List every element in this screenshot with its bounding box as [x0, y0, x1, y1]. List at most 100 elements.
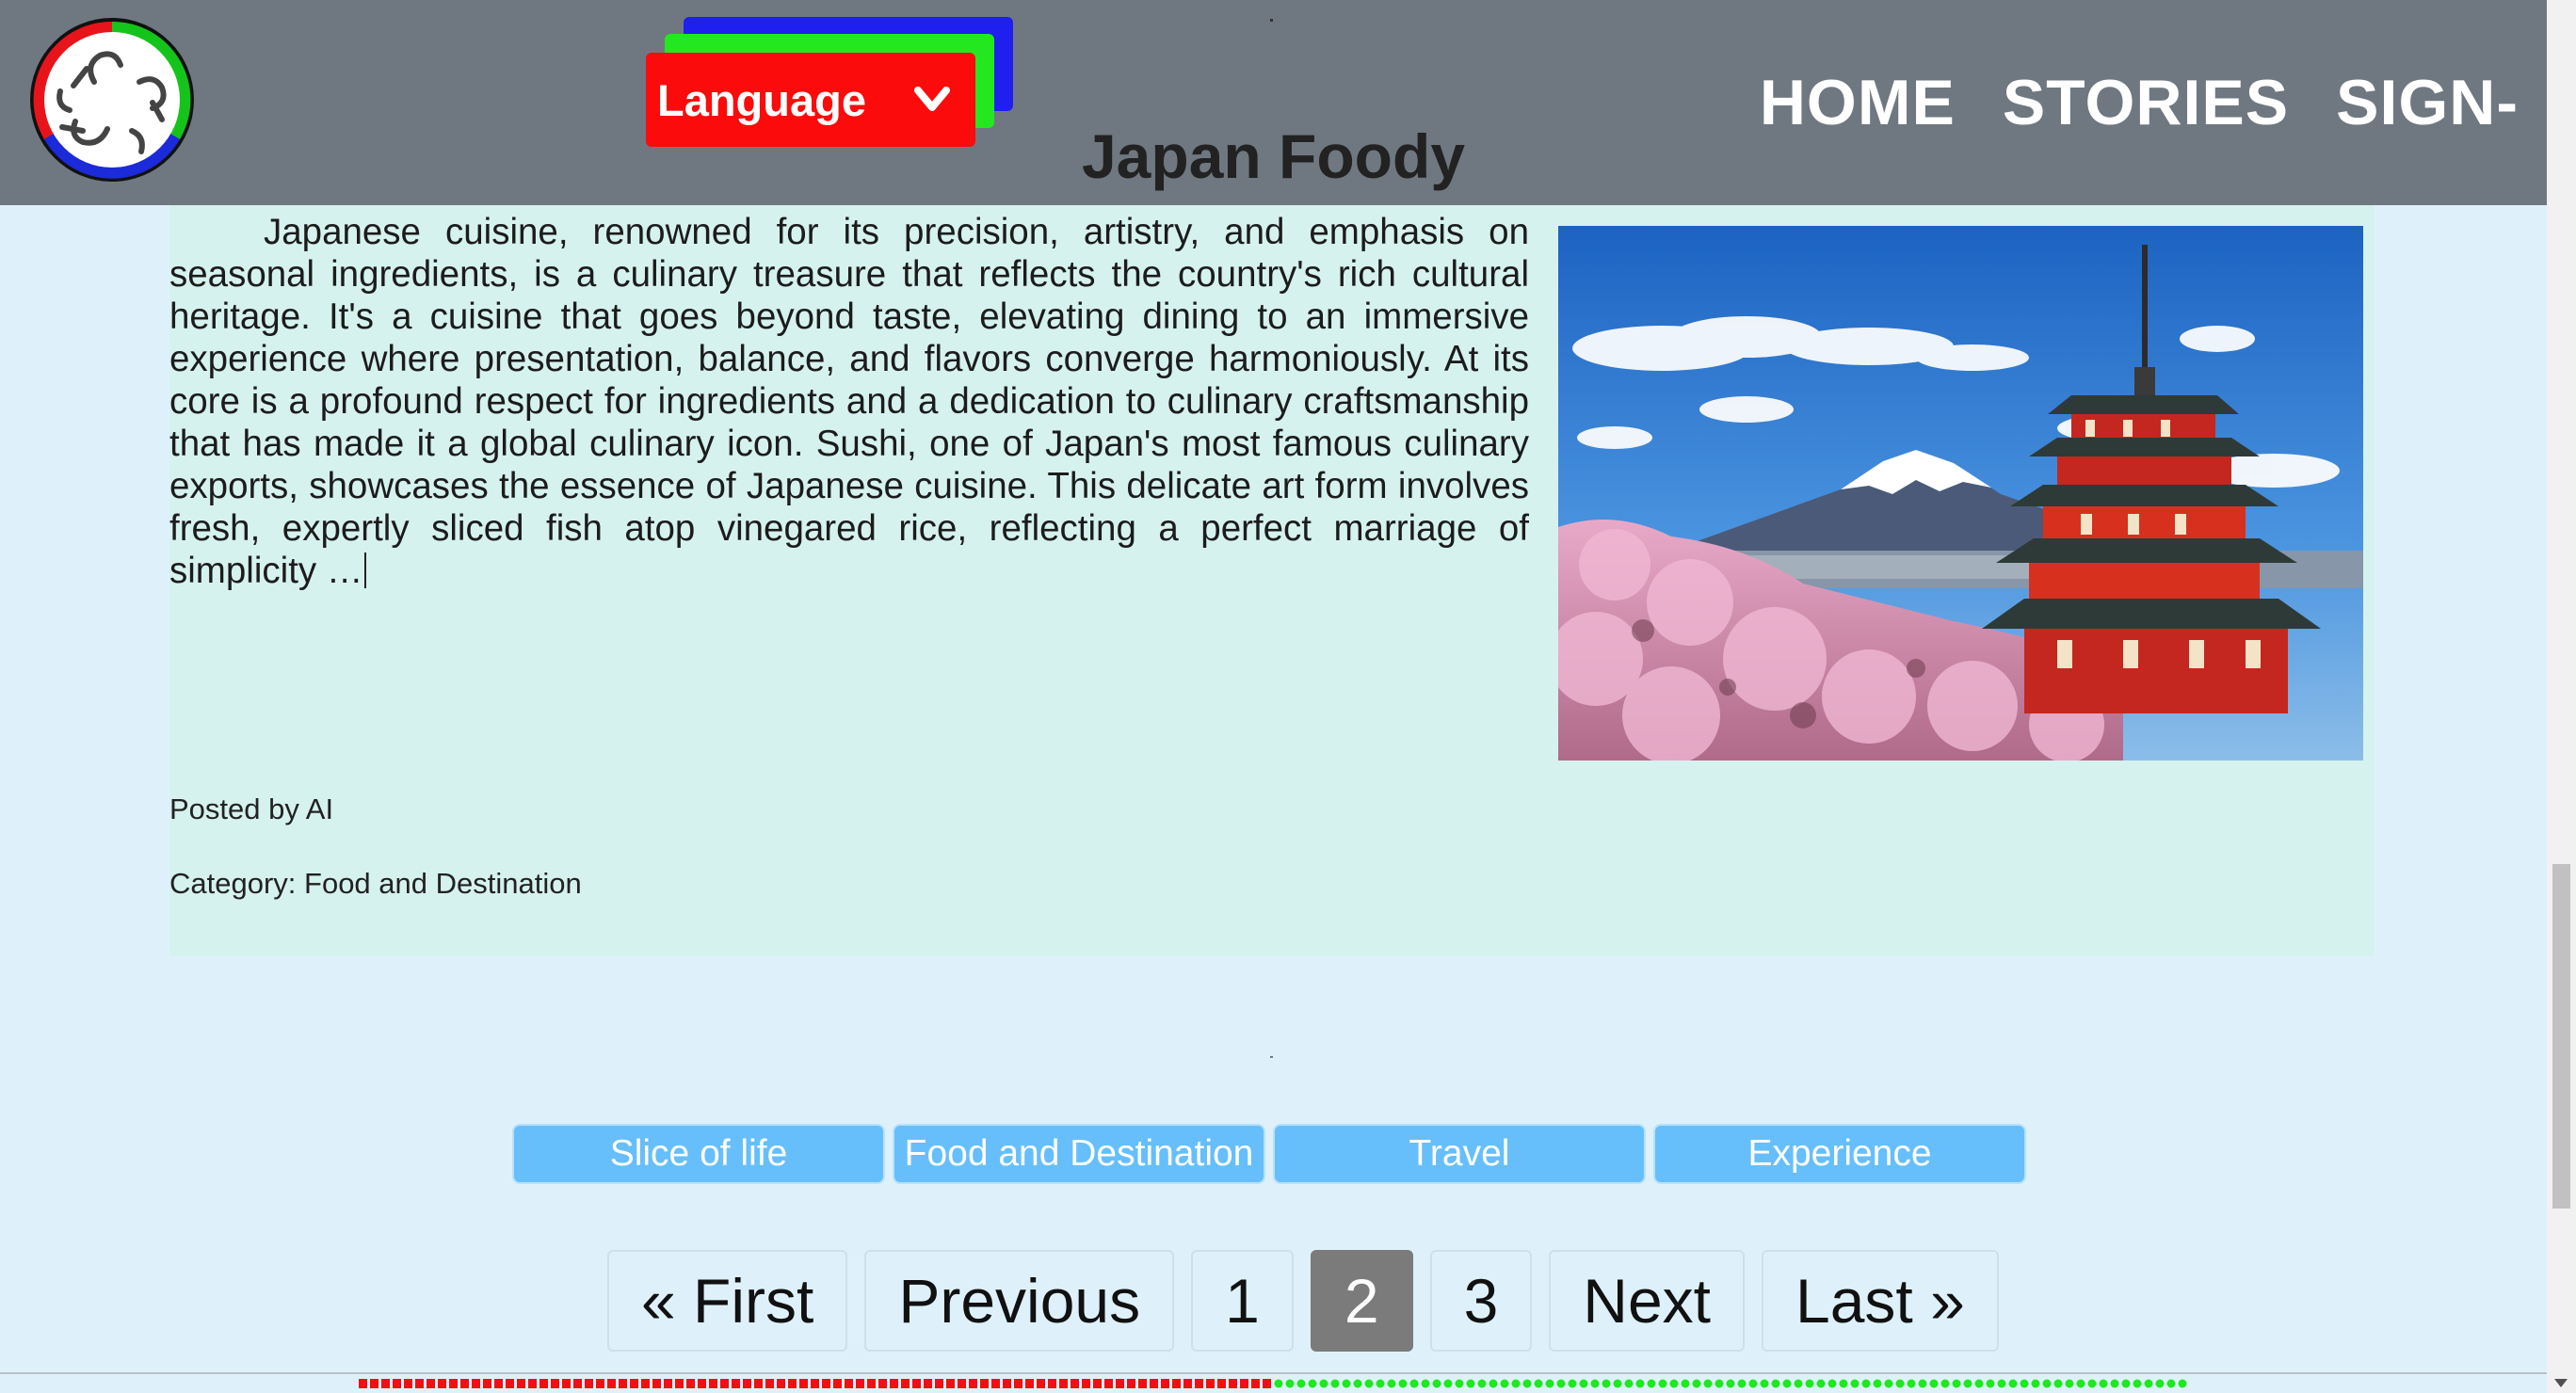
progress-read-segment	[438, 1379, 446, 1388]
scroll-down-arrow-icon[interactable]	[2554, 1379, 2568, 1387]
progress-unread-segment	[1364, 1379, 1374, 1388]
progress-unread-segment	[2020, 1379, 2029, 1388]
progress-read-segment	[958, 1379, 966, 1388]
progress-read-segment	[720, 1379, 729, 1388]
page-first-button[interactable]: « First	[607, 1250, 848, 1352]
progress-read-segment	[1195, 1379, 1203, 1388]
progress-unread-segment	[1296, 1379, 1306, 1388]
progress-unread-segment	[1387, 1379, 1396, 1388]
progress-read-segment	[528, 1379, 537, 1388]
progress-read-segment	[1059, 1379, 1068, 1388]
progress-read-segment	[1093, 1379, 1102, 1388]
page-next-button[interactable]: Next	[1549, 1250, 1745, 1352]
article-title: Japan Foody	[1081, 121, 1466, 191]
article-body: Japanese cuisine, renowned for its preci…	[169, 212, 1529, 591]
page-last-button[interactable]: Last »	[1762, 1250, 1999, 1352]
progress-read-segment	[1116, 1379, 1124, 1388]
progress-unread-segment	[1692, 1379, 1701, 1388]
progress-read-segment	[1048, 1379, 1056, 1388]
progress-read-segment	[878, 1379, 887, 1388]
language-label: Language	[657, 74, 866, 125]
progress-read-segment	[1014, 1379, 1022, 1388]
progress-read-segment	[1071, 1379, 1079, 1388]
category-tags: Slice of life Food and Destination Trave…	[512, 1124, 2026, 1184]
progress-read-segment	[359, 1379, 367, 1388]
progress-read-segment	[449, 1379, 458, 1388]
progress-unread-segment	[2144, 1379, 2153, 1388]
reading-progress-bar	[359, 1379, 2187, 1388]
progress-read-segment	[1217, 1379, 1226, 1388]
progress-read-segment	[732, 1379, 740, 1388]
progress-unread-segment	[1534, 1379, 1543, 1388]
progress-unread-segment	[1895, 1379, 1905, 1388]
progress-unread-segment	[1861, 1379, 1871, 1388]
progress-read-segment	[833, 1379, 842, 1388]
progress-read-segment	[777, 1379, 785, 1388]
progress-unread-segment	[1726, 1379, 1735, 1388]
progress-read-segment	[596, 1379, 604, 1388]
progress-unread-segment	[1997, 1379, 2006, 1388]
progress-unread-segment	[1274, 1379, 1283, 1388]
progress-read-segment	[551, 1379, 559, 1388]
tag-travel[interactable]: Travel	[1273, 1124, 1646, 1184]
progress-read-segment	[980, 1379, 989, 1388]
page-1-button[interactable]: 1	[1191, 1250, 1294, 1352]
tag-experience[interactable]: Experience	[1653, 1124, 2026, 1184]
progress-read-segment	[1161, 1379, 1169, 1388]
progress-unread-segment	[1624, 1379, 1634, 1388]
progress-read-segment	[393, 1379, 401, 1388]
progress-read-segment	[743, 1379, 751, 1388]
progress-read-segment	[664, 1379, 672, 1388]
progress-unread-segment	[1760, 1379, 1769, 1388]
progress-read-segment	[788, 1379, 797, 1388]
progress-read-segment	[799, 1379, 808, 1388]
progress-unread-segment	[1918, 1379, 1927, 1388]
progress-read-segment	[675, 1379, 684, 1388]
progress-unread-segment	[2110, 1379, 2119, 1388]
progress-unread-segment	[1489, 1379, 1498, 1388]
scrollbar-thumb[interactable]	[2552, 864, 2570, 1209]
progress-read-segment	[901, 1379, 910, 1388]
progress-read-segment	[1172, 1379, 1181, 1388]
page: Language HOME STORIES SIGN- Japan Foody …	[0, 0, 2576, 1393]
tag-food-and-destination[interactable]: Food and Destination	[893, 1124, 1265, 1184]
progress-read-segment	[483, 1379, 491, 1388]
page-2-button[interactable]: 2	[1310, 1250, 1413, 1352]
section-dot	[1270, 1056, 1273, 1058]
progress-unread-segment	[1421, 1379, 1430, 1388]
progress-read-segment	[686, 1379, 695, 1388]
progress-unread-segment	[1929, 1379, 1939, 1388]
progress-read-segment	[539, 1379, 548, 1388]
progress-unread-segment	[2133, 1379, 2142, 1388]
progress-read-segment	[845, 1379, 853, 1388]
progress-unread-segment	[1330, 1379, 1340, 1388]
progress-unread-segment	[1398, 1379, 1408, 1388]
progress-read-segment	[1183, 1379, 1192, 1388]
progress-unread-segment	[1579, 1379, 1588, 1388]
page-previous-button[interactable]: Previous	[864, 1250, 1175, 1352]
posted-by: Posted by AI	[169, 793, 334, 825]
progress-unread-segment	[1715, 1379, 1724, 1388]
article-category: Category: Food and Destination	[169, 867, 582, 900]
progress-unread-segment	[1319, 1379, 1328, 1388]
progress-unread-segment	[2042, 1379, 2052, 1388]
progress-read-segment	[856, 1379, 864, 1388]
progress-unread-segment	[1963, 1379, 1972, 1388]
progress-read-segment	[1138, 1379, 1147, 1388]
page-3-button[interactable]: 3	[1429, 1250, 1533, 1352]
progress-unread-segment	[1850, 1379, 1860, 1388]
progress-read-segment	[506, 1379, 514, 1388]
progress-read-segment	[585, 1379, 593, 1388]
scrollbar[interactable]	[2547, 0, 2576, 1393]
progress-unread-segment	[1703, 1379, 1713, 1388]
progress-unread-segment	[1455, 1379, 1464, 1388]
progress-unread-segment	[2065, 1379, 2074, 1388]
tag-slice-of-life[interactable]: Slice of life	[512, 1124, 885, 1184]
progress-read-segment	[641, 1379, 650, 1388]
progress-read-segment	[1263, 1379, 1271, 1388]
progress-read-segment	[1206, 1379, 1215, 1388]
progress-unread-segment	[2076, 1379, 2085, 1388]
progress-unread-segment	[2008, 1379, 2018, 1388]
progress-read-segment	[370, 1379, 378, 1388]
progress-read-segment	[460, 1379, 469, 1388]
